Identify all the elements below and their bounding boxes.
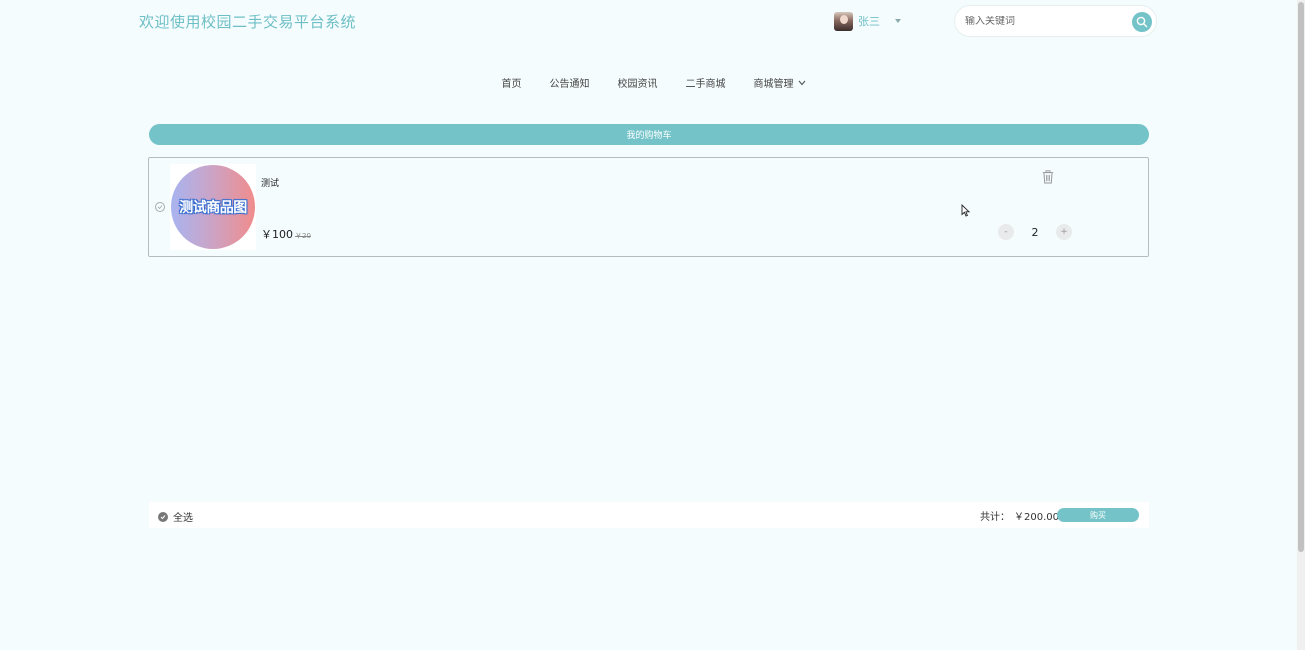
buy-button[interactable]: 购买 — [1057, 508, 1139, 522]
user-menu[interactable]: 张三 — [834, 11, 901, 31]
caret-down-icon[interactable] — [895, 19, 901, 23]
product-price: ￥100 — [261, 228, 293, 241]
main-nav: 首页 公告通知 校园资讯 二手商城 商城管理 — [0, 75, 1305, 90]
decrease-quantity-button[interactable]: - — [998, 224, 1014, 240]
trash-icon — [1042, 170, 1054, 184]
nav-item-home[interactable]: 首页 — [502, 75, 522, 90]
cart-footer: 全选 共计： ￥200.00 购买 — [149, 502, 1149, 528]
select-all-check-icon[interactable] — [158, 511, 168, 522]
product-price-group: ￥100 ￥20 — [261, 226, 311, 242]
select-all-label: 全选 — [173, 513, 193, 524]
check-icon — [160, 514, 166, 519]
delete-button[interactable] — [1042, 169, 1054, 184]
search-button[interactable] — [1132, 12, 1152, 32]
nav-item-second-hand-mall[interactable]: 二手商城 — [686, 75, 726, 90]
cart-item: 测试商品图 测试 ￥100 ￥20 - 2 + — [148, 157, 1149, 257]
check-icon — [157, 205, 163, 210]
quantity-stepper: - 2 + — [998, 224, 1072, 240]
search-input[interactable] — [965, 15, 1125, 27]
site-title: 欢迎使用校园二手交易平台系统 — [139, 13, 357, 31]
mouse-cursor-icon — [961, 204, 970, 217]
product-original-price: ￥20 — [295, 232, 311, 240]
product-image-circle: 测试商品图 — [171, 165, 255, 249]
item-checkbox[interactable] — [155, 202, 165, 212]
nav-item-notices[interactable]: 公告通知 — [550, 75, 590, 90]
chevron-down-icon — [798, 80, 805, 85]
nav-item-mall-management[interactable]: 商城管理 — [754, 75, 806, 90]
product-image-text: 测试商品图 — [179, 200, 247, 216]
total-value: ￥200.00 — [1014, 512, 1059, 523]
quantity-value[interactable]: 2 — [1014, 226, 1056, 239]
search-box — [954, 5, 1157, 37]
search-icon — [1136, 16, 1148, 28]
cart-total: 共计： ￥200.00 — [980, 508, 1059, 523]
scrollbar-thumb[interactable] — [1298, 2, 1304, 552]
product-image[interactable]: 测试商品图 — [170, 164, 256, 250]
total-label: 共计： — [980, 512, 1010, 523]
select-all[interactable]: 全选 — [158, 509, 193, 524]
user-name[interactable]: 张三 — [858, 13, 880, 29]
nav-item-mall-management-label: 商城管理 — [753, 79, 794, 90]
avatar[interactable] — [834, 11, 853, 31]
cart-title: 我的购物车 — [149, 124, 1149, 145]
nav-item-campus-news[interactable]: 校园资讯 — [618, 75, 658, 90]
scrollbar[interactable] — [1297, 0, 1305, 650]
increase-quantity-button[interactable]: + — [1056, 224, 1072, 240]
product-name[interactable]: 测试 — [261, 176, 279, 189]
